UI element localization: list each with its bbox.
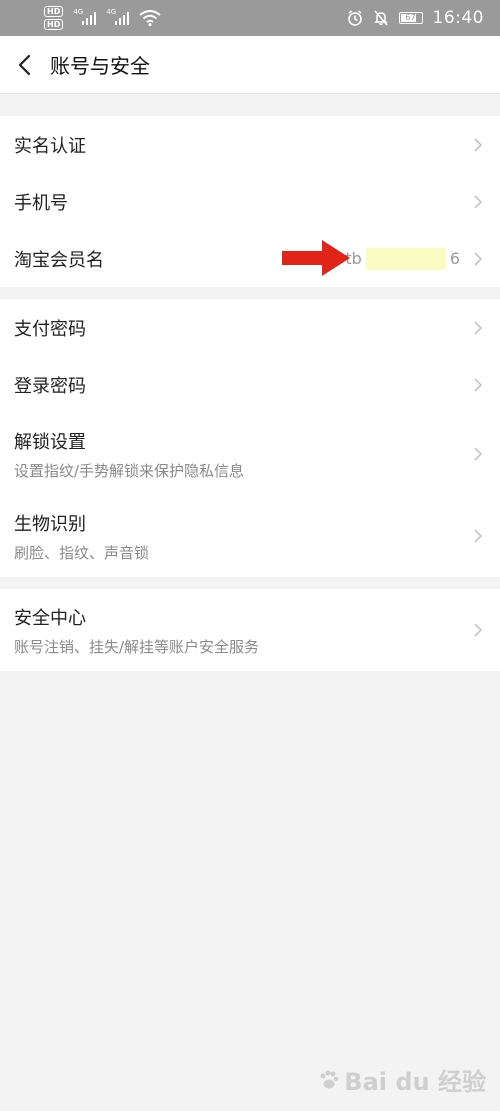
security-group: 支付密码 登录密码 解锁设置 设置指纹/手势解锁来保护隐私信息 生物识别 刷脸、… bbox=[0, 299, 500, 577]
status-bar: HD HD 4G 4G 67 16:40 bbox=[0, 0, 500, 36]
biometrics-desc: 刷脸、指纹、声音锁 bbox=[14, 543, 150, 562]
paw-icon bbox=[320, 1070, 339, 1088]
battery-level: 67 bbox=[405, 13, 416, 22]
account-group: 实名认证 手机号 淘宝会员名 tb 6 bbox=[0, 116, 500, 287]
pay-password-row[interactable]: 支付密码 bbox=[0, 299, 500, 356]
login-password-label: 登录密码 bbox=[14, 375, 86, 397]
taobao-member-name-row[interactable]: 淘宝会员名 tb 6 bbox=[0, 230, 500, 287]
taobao-member-name-label: 淘宝会员名 bbox=[14, 249, 104, 271]
security-center-group: 安全中心 账号注销、挂失/解挂等账户安全服务 bbox=[0, 589, 500, 671]
chevron-right-icon bbox=[474, 137, 483, 152]
chevron-right-icon bbox=[474, 447, 483, 461]
chevron-right-icon bbox=[474, 529, 483, 543]
security-center-row[interactable]: 安全中心 账号注销、挂失/解挂等账户安全服务 bbox=[0, 589, 500, 671]
unlock-settings-desc: 设置指纹/手势解锁来保护隐私信息 bbox=[14, 461, 245, 480]
page-title: 账号与安全 bbox=[50, 54, 150, 78]
taobao-value-suffix: 6 bbox=[449, 249, 460, 268]
real-name-auth-label: 实名认证 bbox=[14, 135, 86, 157]
status-right: 67 16:40 bbox=[347, 8, 485, 28]
battery-icon: 67 bbox=[398, 12, 423, 24]
signal-icon: 4G bbox=[106, 8, 130, 25]
hd-badges: HD HD bbox=[44, 6, 64, 30]
biometrics-row[interactable]: 生物识别 刷脸、指纹、声音锁 bbox=[0, 495, 500, 577]
taobao-member-name-value: tb 6 bbox=[345, 247, 460, 270]
back-arrow-icon bbox=[18, 54, 31, 75]
red-arrow-icon bbox=[282, 240, 350, 276]
phone-label: 手机号 bbox=[14, 192, 68, 214]
watermark: Bai du 经验 bbox=[318, 1062, 486, 1097]
status-left: HD HD 4G 4G bbox=[44, 6, 161, 30]
mute-bell-icon bbox=[373, 10, 388, 26]
real-name-auth-row[interactable]: 实名认证 bbox=[0, 116, 500, 173]
signal-icon: 4G bbox=[73, 8, 97, 25]
pay-password-label: 支付密码 bbox=[14, 318, 86, 340]
hd-badge: HD bbox=[44, 6, 64, 17]
status-time: 16:40 bbox=[432, 8, 484, 28]
wifi-icon bbox=[139, 10, 161, 26]
chevron-right-icon bbox=[474, 623, 483, 637]
hd-badge: HD bbox=[44, 19, 64, 30]
network-type: 4G bbox=[106, 8, 117, 16]
taobao-member-name-right: tb 6 bbox=[345, 247, 484, 270]
biometrics-label: 生物识别 bbox=[14, 513, 86, 535]
security-center-desc: 账号注销、挂失/解挂等账户安全服务 bbox=[14, 637, 260, 656]
chevron-right-icon bbox=[474, 377, 483, 392]
redacted-highlight bbox=[365, 247, 446, 270]
security-center-label: 安全中心 bbox=[14, 607, 86, 629]
network-type: 4G bbox=[73, 8, 84, 16]
chevron-right-icon bbox=[474, 320, 483, 335]
unlock-settings-label: 解锁设置 bbox=[14, 431, 86, 453]
chevron-right-icon bbox=[474, 251, 483, 266]
login-password-row[interactable]: 登录密码 bbox=[0, 356, 500, 413]
phone-row[interactable]: 手机号 bbox=[0, 173, 500, 230]
back-button[interactable] bbox=[0, 36, 50, 94]
unlock-settings-row[interactable]: 解锁设置 设置指纹/手势解锁来保护隐私信息 bbox=[0, 413, 500, 495]
alarm-icon bbox=[347, 10, 362, 26]
nav-bar: 账号与安全 bbox=[0, 36, 500, 94]
watermark-text: Bai du 经验 bbox=[344, 1068, 486, 1096]
chevron-right-icon bbox=[474, 194, 483, 209]
